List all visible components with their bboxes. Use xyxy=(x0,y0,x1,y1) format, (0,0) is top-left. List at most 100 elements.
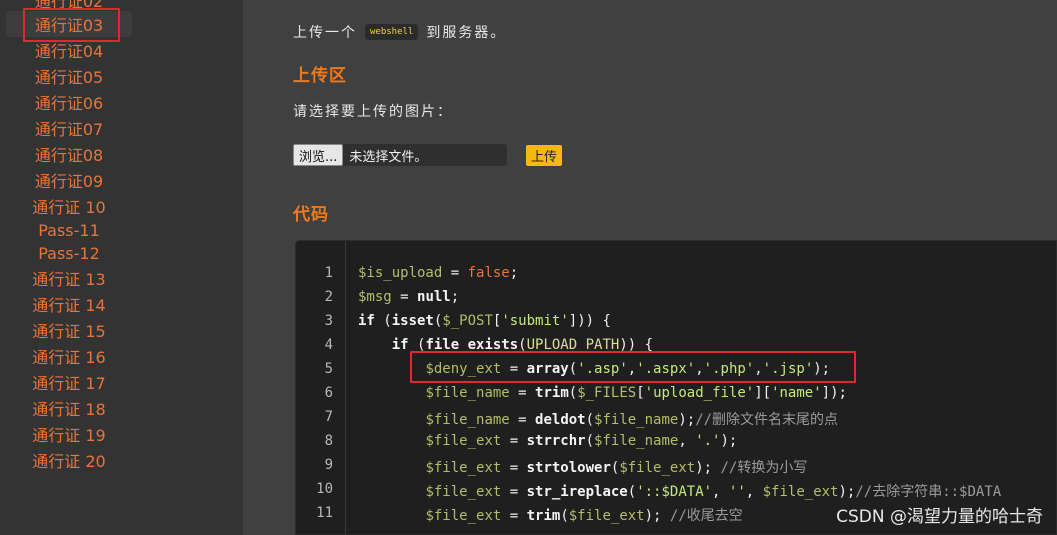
code-token: = xyxy=(509,412,536,428)
code-line: if (isset($_POST['submit'])) { xyxy=(358,313,611,329)
code-token: ; xyxy=(450,289,460,305)
sidebar-item-pass-08[interactable]: 通行证08 xyxy=(6,141,132,167)
code-line: $file_ext = trim($file_ext); //收尾去空 xyxy=(358,505,743,525)
code-token: '.php' xyxy=(703,361,755,377)
code-token: '.aspx' xyxy=(636,361,696,377)
code-token: trim xyxy=(535,385,569,401)
code-token: ( xyxy=(408,337,426,353)
file-status: 未选择文件。 xyxy=(349,149,428,165)
line-number: 1 xyxy=(324,265,333,281)
code-token: ( xyxy=(560,508,569,524)
code-token: ( xyxy=(374,313,392,329)
sidebar-item-pass-06[interactable]: 通行证06 xyxy=(6,89,132,115)
code-line: $file_ext = strrchr($file_name, '.'); xyxy=(358,433,737,449)
code-token: , xyxy=(712,484,729,500)
code-token: $file_name xyxy=(594,412,679,428)
sidebar-item-pass-04[interactable]: 通行证04 xyxy=(6,37,132,63)
code-line: if (file_exists(UPLOAD_PATH)) { xyxy=(358,337,653,353)
line-number: 8 xyxy=(324,433,333,449)
code-token: = xyxy=(509,385,536,401)
code-token: str_ireplace xyxy=(526,484,628,500)
sidebar-item-pass-09[interactable]: 通行证09 xyxy=(6,167,132,193)
code-line: $is_upload = false; xyxy=(358,265,518,281)
code-token: strtolower xyxy=(526,460,611,476)
code-token: ( xyxy=(518,337,527,353)
code-line: $file_ext = strtolower($file_ext); //转换为… xyxy=(358,457,807,477)
code-token: ]); xyxy=(821,385,847,401)
sidebar-item-pass-05[interactable]: 通行证05 xyxy=(6,63,132,89)
upload-section-heading: 上传区 xyxy=(293,66,347,86)
code-token: $file_ext xyxy=(425,460,502,476)
watermark: CSDN @渴望力量的哈士奇 xyxy=(836,507,1043,527)
sidebar-item-pass-19[interactable]: 通行证 19 xyxy=(6,421,132,447)
code-token: $file_ext xyxy=(568,508,645,524)
code-token: ][ xyxy=(754,385,772,401)
sidebar-item-pass-18[interactable]: 通行证 18 xyxy=(6,395,132,421)
code-line: $file_name = trim($_FILES['upload_file']… xyxy=(358,385,847,401)
code-token: ); xyxy=(813,361,831,377)
line-number: 2 xyxy=(324,289,333,305)
sidebar-item-pass-07[interactable]: 通行证07 xyxy=(6,115,132,141)
code-token: if xyxy=(358,313,375,329)
code-token: isset xyxy=(391,313,434,329)
code-token: //删除文件名末尾的点 xyxy=(695,412,839,428)
code-token: = xyxy=(501,484,527,500)
intro-text: 上传一个 webshell 到服务器。 xyxy=(293,22,506,42)
line-number: 11 xyxy=(316,505,333,521)
code-token: trim xyxy=(526,508,561,524)
code-token: $file_ext xyxy=(425,484,502,500)
code-token: [ xyxy=(636,385,645,401)
intro-after: 到服务器。 xyxy=(426,25,507,41)
code-token: strrchr xyxy=(526,433,586,449)
code-token: , xyxy=(754,361,763,377)
code-token: '::$DATA' xyxy=(636,484,713,500)
code-token: ); xyxy=(838,484,856,500)
line-number: 9 xyxy=(324,457,333,473)
code-token: //收尾去空 xyxy=(669,508,743,524)
sidebar-item-pass-15[interactable]: 通行证 15 xyxy=(6,317,132,343)
code-token: null xyxy=(417,289,451,305)
code-token: = xyxy=(501,433,527,449)
sidebar: 通行证02 通行证03 通行证04 通行证05 通行证06 通行证07 通行证0… xyxy=(0,0,243,535)
code-line: $deny_ext = array('.asp','.aspx','.php',… xyxy=(358,361,830,377)
file-input[interactable]: 浏览... 未选择文件。 xyxy=(293,144,507,166)
sidebar-item-pass-17[interactable]: 通行证 17 xyxy=(6,369,132,395)
code-line: $msg = null; xyxy=(358,289,459,305)
sidebar-item-pass-03[interactable]: 通行证03 xyxy=(6,11,132,37)
code-token: if xyxy=(391,337,409,353)
code-block: 1 2 3 4 5 6 7 8 9 10 11 $is_upload = false; $msg = … xyxy=(295,240,1057,535)
line-number: 3 xyxy=(324,313,333,329)
browse-button[interactable]: 浏览... xyxy=(293,144,344,166)
code-line: $file_name = deldot($file_name);//删除文件名末… xyxy=(358,409,838,429)
upload-button[interactable]: 上传 xyxy=(526,145,563,166)
code-token: //转换为小写 xyxy=(720,460,808,476)
code-token: $_FILES xyxy=(577,385,637,401)
code-token: = xyxy=(442,265,468,281)
sidebar-item-pass-13[interactable]: 通行证 13 xyxy=(6,265,132,291)
intro-before: 上传一个 xyxy=(293,25,357,41)
code-token: , xyxy=(695,361,704,377)
sidebar-item-pass-20[interactable]: 通行证 20 xyxy=(6,447,132,473)
line-number: 4 xyxy=(324,337,333,353)
code-token: UPLOAD_PATH xyxy=(526,337,620,353)
code-token: 'submit' xyxy=(501,313,569,329)
code-token: $is_upload xyxy=(358,265,443,281)
sidebar-item-pass-16[interactable]: 通行证 16 xyxy=(6,343,132,369)
sidebar-item-pass-14[interactable]: 通行证 14 xyxy=(6,291,132,317)
code-token: array xyxy=(526,361,569,377)
code-token: )) { xyxy=(619,337,654,353)
code-token: $file_ext xyxy=(762,484,839,500)
sidebar-item-pass-10[interactable]: 通行证 10 xyxy=(6,193,132,219)
code-token: $_POST xyxy=(442,313,493,329)
code-token: $file_ext xyxy=(425,508,502,524)
code-token: '.' xyxy=(695,433,721,449)
code-token: = xyxy=(501,361,527,377)
line-number-gutter: 1 2 3 4 5 6 7 8 9 10 11 xyxy=(296,241,346,534)
sidebar-item-pass-12[interactable]: Pass-12 xyxy=(6,240,132,266)
code-token: deldot xyxy=(535,412,586,428)
code-token: ])) { xyxy=(568,313,611,329)
